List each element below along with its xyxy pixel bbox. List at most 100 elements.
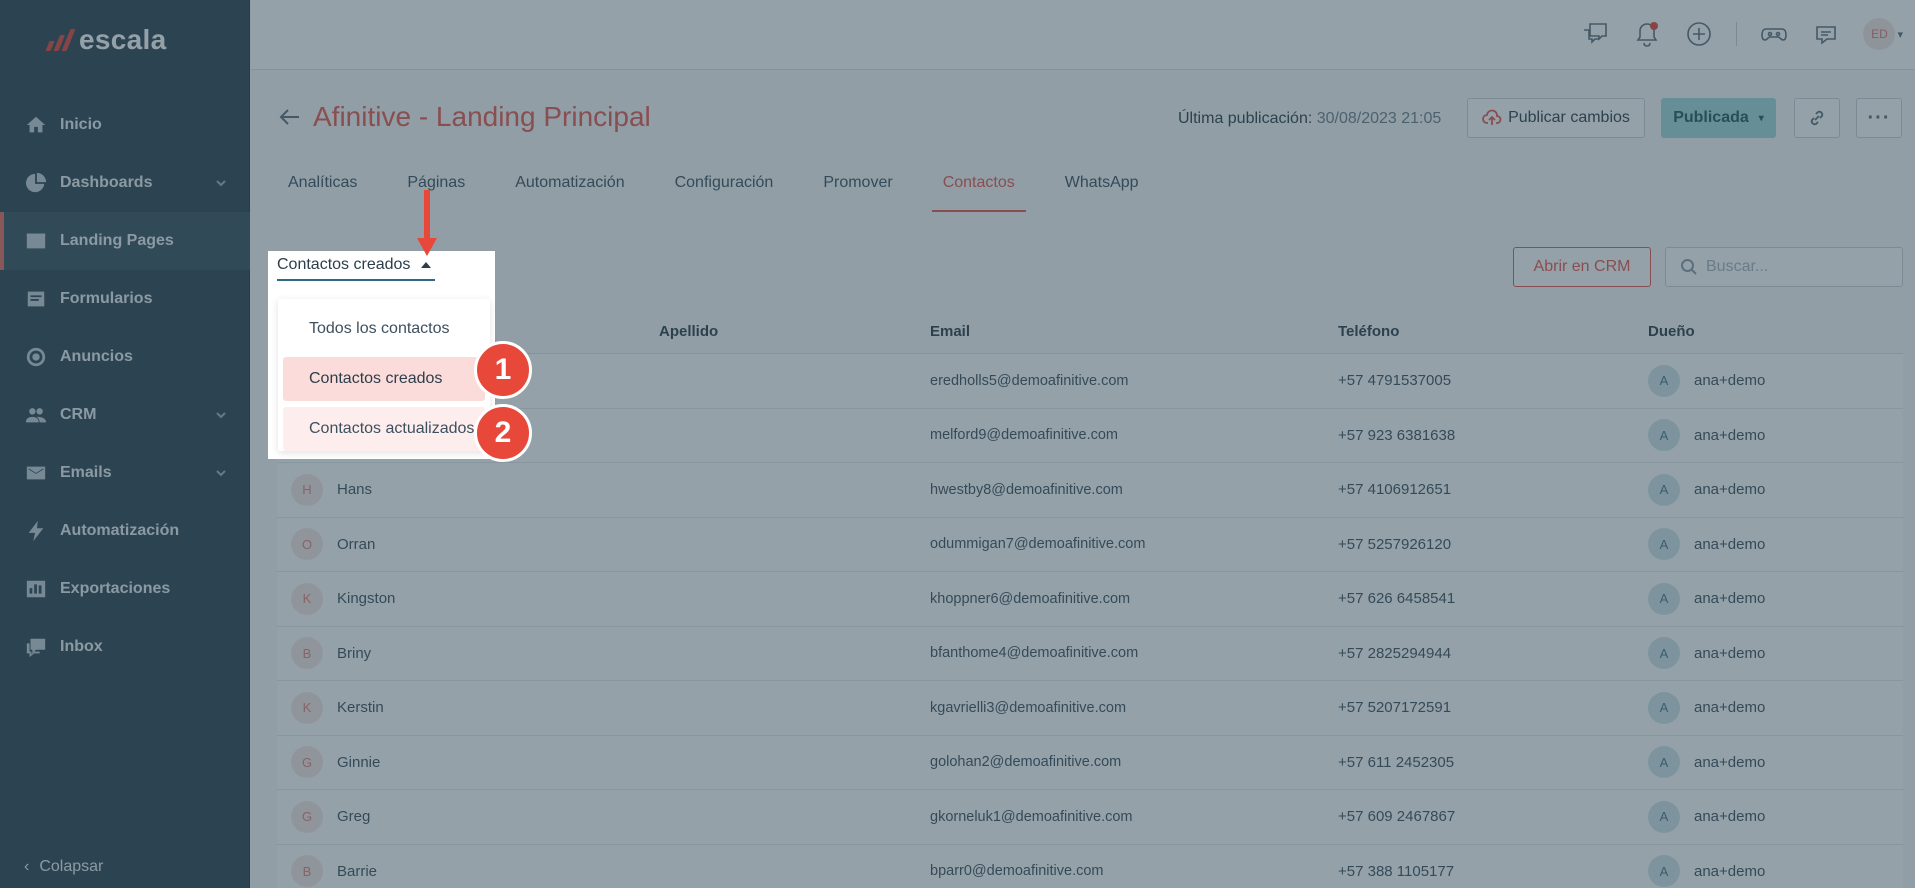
user-menu[interactable]: ED ▾ (1863, 18, 1903, 50)
gamepad-icon[interactable] (1759, 19, 1789, 49)
filter-option-created-contacts[interactable]: Contactos creados (283, 357, 485, 401)
sidebar-item-dashboards[interactable]: Dashboards (0, 154, 250, 212)
search-input[interactable] (1706, 258, 1886, 276)
open-crm-button[interactable]: Abrir en CRM (1513, 247, 1651, 287)
sidebar-item-automatizacion[interactable]: Automatización (0, 502, 250, 560)
contact-phone: +57 5207172591 (1338, 699, 1452, 717)
plus-circle-icon[interactable] (1684, 19, 1714, 49)
sidebar-item-emails[interactable]: Emails (0, 444, 250, 502)
chevron-left-icon: ‹ (24, 858, 30, 875)
owner-avatar: A (1648, 528, 1680, 561)
search-icon (1681, 259, 1697, 275)
owner-avatar: A (1648, 746, 1680, 779)
sidebar-item-label: Inbox (60, 638, 103, 655)
contact-email: khoppner6@demoafinitive.com (930, 590, 1131, 607)
contact-name-cell: B Briny (277, 637, 659, 670)
back-arrow-icon[interactable] (277, 104, 303, 130)
chevron-down-icon (214, 408, 228, 422)
table-row[interactable]: B Briny bfanthome4@demoafinitive.com +57 28… (277, 626, 1903, 681)
owner-name: ana+demo (1694, 590, 1766, 608)
publish-changes-button[interactable]: Publicar cambios (1467, 98, 1645, 138)
sidebar-item-crm[interactable]: CRM (0, 386, 250, 444)
contact-avatar: O (291, 528, 323, 561)
collapse-button[interactable]: ‹ Colapsar (24, 858, 103, 876)
cloud-upload-icon (1482, 109, 1502, 125)
bell-icon[interactable] (1632, 19, 1662, 49)
table-row[interactable]: B Barrie bparr0@demoafinitive.com +57 388 1… (277, 844, 1903, 888)
column-header-phone[interactable]: Teléfono (1338, 323, 1648, 340)
sidebar-item-anuncios[interactable]: Anuncios (0, 328, 250, 386)
contact-owner-cell: Aana+demo (1648, 582, 1903, 615)
column-header-email[interactable]: Email (930, 323, 1338, 340)
table-row[interactable]: G Ginnie golohan2@demoafinitive.com +57 611… (277, 735, 1903, 790)
contact-phone: +57 5257926120 (1338, 535, 1452, 553)
contact-name: Greg (337, 808, 371, 826)
table-row[interactable]: K Kingston khoppner6@demoafinitive.com +57 … (277, 572, 1903, 627)
tab-automatizacion[interactable]: Automatización (504, 160, 635, 212)
contact-phone: +57 923 6381638 (1338, 426, 1456, 444)
contact-email: kgavrielli3@demoafinitive.com (930, 699, 1127, 716)
contacts-filter-select[interactable]: Contactos creados (277, 256, 435, 281)
contact-phone: +57 388 1105177 (1338, 862, 1455, 880)
sidebar-item-inicio[interactable]: Inicio (0, 96, 250, 154)
tab-whatsapp[interactable]: WhatsApp (1054, 160, 1150, 212)
owner-name: ana+demo (1694, 699, 1766, 717)
contact-email: bparr0@demoafinitive.com (930, 863, 1104, 880)
owner-name: ana+demo (1694, 481, 1766, 499)
owner-name: ana+demo (1694, 644, 1766, 662)
contact-owner-cell: Aana+demo (1648, 800, 1903, 833)
sidebar-item-label: Inicio (60, 116, 102, 133)
envelope-icon (24, 461, 48, 485)
sidebar-item-label: Anuncios (60, 348, 133, 365)
status-dropdown-button[interactable]: Publicada ▾ (1661, 98, 1776, 138)
chatbot-icon[interactable] (1811, 19, 1841, 49)
more-options-button[interactable]: ··· (1856, 98, 1902, 138)
contact-name: Hans (337, 481, 373, 499)
owner-avatar: A (1648, 364, 1680, 397)
publish-changes-label: Publicar cambios (1508, 109, 1630, 126)
contact-owner-cell: Aana+demo (1648, 473, 1903, 506)
search-box (1665, 247, 1903, 287)
contact-owner-cell: Aana+demo (1648, 528, 1903, 561)
filter-option-all-contacts[interactable]: Todos los contactos (283, 307, 485, 351)
logo-text: escala (79, 24, 167, 55)
owner-avatar: A (1648, 473, 1680, 506)
filter-option-updated-contacts[interactable]: Contactos actualizados (283, 407, 485, 451)
last-publication-label: Última publicación: (1178, 110, 1313, 127)
contact-owner-cell: Aana+demo (1648, 637, 1903, 670)
table-row[interactable]: O Orran odummigan7@demoafinitive.com +57 52… (277, 517, 1903, 572)
table-row[interactable]: K Kerstin kgavrielli3@demoafinitive.com +57… (277, 681, 1903, 736)
table-row[interactable]: H Hans hwestby8@demoafinitive.com +57 41069… (277, 463, 1903, 518)
link-icon (1810, 110, 1824, 126)
contact-email: eredholls5@demoafinitive.com (930, 372, 1129, 389)
owner-name: ana+demo (1694, 426, 1766, 444)
filter-dropdown-menu: Todos los contactos Contactos creados Co… (278, 299, 490, 451)
topbar-divider (1736, 22, 1738, 46)
contact-avatar: K (291, 582, 323, 615)
contact-owner-cell: Aana+demo (1648, 691, 1903, 724)
sidebar-item-exportaciones[interactable]: Exportaciones (0, 560, 250, 618)
contact-owner-cell: Aana+demo (1648, 746, 1903, 779)
sidebar-item-inbox[interactable]: Inbox (0, 618, 250, 676)
last-publication-date: 30/08/2023 21:05 (1316, 110, 1442, 127)
caret-down-icon: ▾ (1758, 112, 1764, 124)
tab-analiticas[interactable]: Analíticas (277, 160, 368, 212)
owner-name: ana+demo (1694, 372, 1766, 390)
messages-icon[interactable] (1580, 19, 1610, 49)
tab-configuracion[interactable]: Configuración (664, 160, 785, 212)
tab-promover[interactable]: Promover (812, 160, 903, 212)
tab-contactos[interactable]: Contactos (931, 160, 1026, 212)
logo-mark-icon (45, 29, 76, 51)
last-publication: Última publicación: 30/08/2023 21:05 (1178, 110, 1441, 128)
copy-link-button[interactable] (1794, 98, 1840, 138)
column-header-last-name[interactable]: Apellido (659, 323, 930, 340)
table-row[interactable]: G Greg gkorneluk1@demoafinitive.com +57 609… (277, 790, 1903, 845)
contact-name-cell: G Greg (277, 800, 659, 833)
contact-name-cell: B Barrie (277, 855, 659, 888)
chevron-down-icon (214, 466, 228, 480)
sidebar-item-landing-pages[interactable]: Landing Pages (0, 212, 250, 270)
owner-name: ana+demo (1694, 862, 1766, 880)
column-header-owner[interactable]: Dueño (1648, 323, 1903, 340)
logo[interactable]: escala (45, 24, 167, 56)
sidebar-item-formularios[interactable]: Formularios (0, 270, 250, 328)
